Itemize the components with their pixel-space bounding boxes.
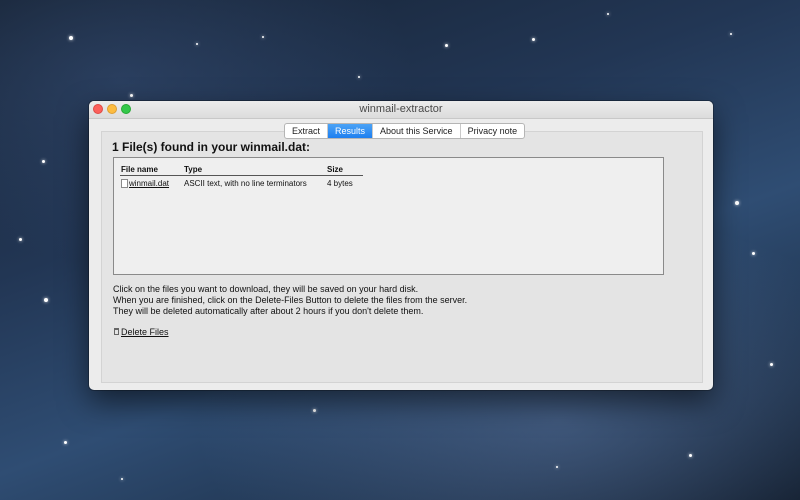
delete-files-button[interactable]: Delete Files — [114, 327, 169, 337]
document-icon — [121, 179, 128, 188]
tab-privacy-note[interactable]: Privacy note — [461, 124, 525, 138]
star — [42, 160, 45, 163]
star — [196, 43, 198, 45]
file-name-cell: winmail.dat — [120, 176, 183, 190]
instructions-text: Click on the files you want to download,… — [113, 284, 467, 317]
star — [262, 36, 264, 38]
instruction-line: They will be deleted automatically after… — [113, 306, 424, 316]
star — [313, 409, 316, 412]
star — [770, 363, 773, 366]
star — [735, 201, 739, 205]
app-window: winmail-extractor Extract Results About … — [89, 101, 713, 390]
instruction-line: When you are finished, click on the Dele… — [113, 295, 468, 305]
desktop-background: winmail-extractor Extract Results About … — [0, 0, 800, 500]
star — [121, 478, 123, 480]
star — [44, 298, 48, 302]
star — [532, 38, 535, 41]
file-table: File name Type Size winmail.dat ASCII te… — [120, 164, 363, 189]
delete-files-link[interactable]: Delete Files — [121, 327, 169, 337]
file-list-box: File name Type Size winmail.dat ASCII te… — [113, 157, 664, 275]
results-heading: 1 File(s) found in your winmail.dat: — [112, 140, 311, 154]
column-header-size: Size — [326, 164, 363, 176]
star — [730, 33, 732, 35]
tab-about[interactable]: About this Service — [373, 124, 461, 138]
star — [358, 76, 360, 78]
trash-icon — [114, 328, 119, 335]
star — [19, 238, 22, 241]
column-header-file-name: File name — [120, 164, 183, 176]
star — [130, 94, 133, 97]
file-type-cell: ASCII text, with no line terminators — [184, 179, 307, 188]
star — [64, 441, 67, 444]
instruction-line: Click on the files you want to download,… — [113, 284, 419, 294]
star — [445, 44, 448, 47]
file-size-cell: 4 bytes — [327, 179, 353, 188]
star — [752, 252, 755, 255]
star — [607, 13, 609, 15]
star — [556, 466, 558, 468]
window-title: winmail-extractor — [359, 103, 443, 115]
tab-results[interactable]: Results — [328, 124, 374, 138]
tab-extract[interactable]: Extract — [285, 124, 329, 138]
title-bar[interactable]: winmail-extractor — [89, 101, 713, 119]
tab-bar: Extract Results About this Service Priva… — [284, 123, 526, 139]
file-download-link[interactable]: winmail.dat — [129, 179, 169, 188]
star — [69, 36, 73, 40]
column-header-type: Type — [183, 164, 326, 176]
table-header-row: File name Type Size — [120, 164, 363, 176]
table-row: winmail.dat ASCII text, with no line ter… — [120, 176, 363, 190]
star — [689, 454, 692, 457]
